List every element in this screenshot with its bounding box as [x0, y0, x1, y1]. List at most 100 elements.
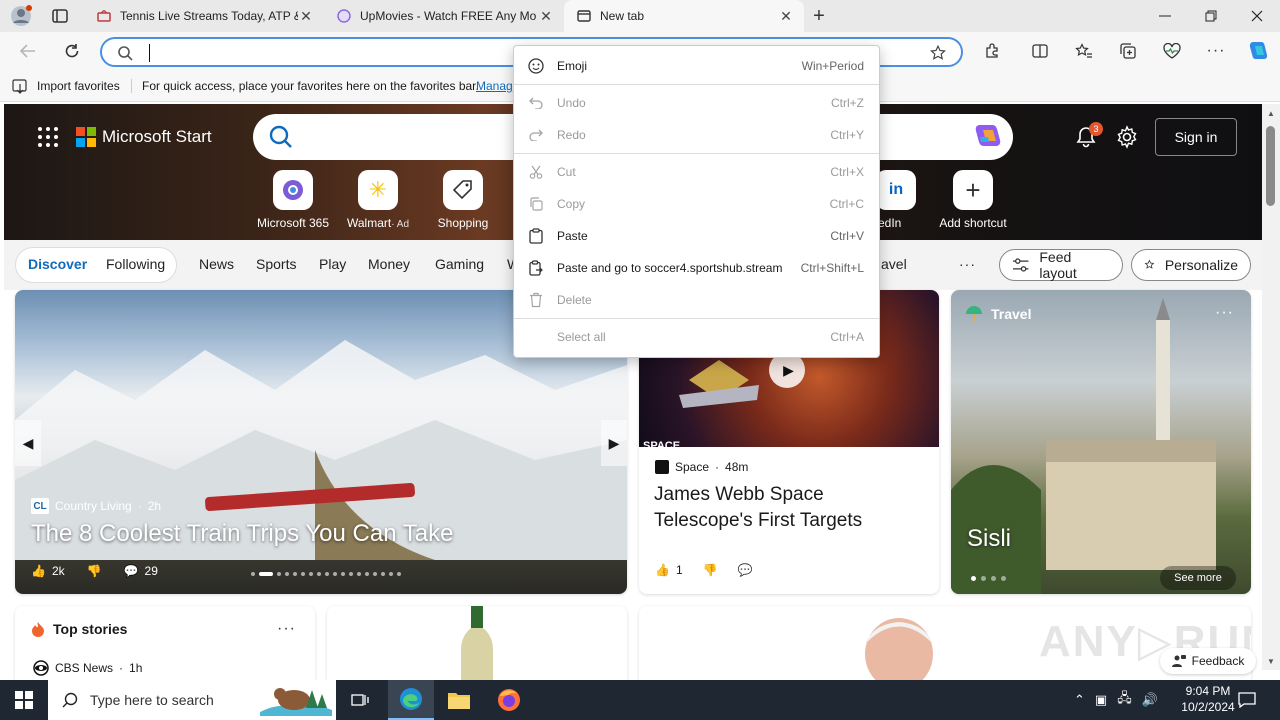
menu-shortcut: Win+Period — [801, 59, 864, 73]
shortcut-shopping[interactable]: Shopping — [423, 170, 503, 230]
notifications-button[interactable]: 3 — [1073, 122, 1103, 153]
menu-item-paste-and-go[interactable]: Paste and go to soccer4.sportshub.stream… — [514, 253, 879, 283]
new-tab-button[interactable]: + — [806, 4, 832, 28]
close-window-button[interactable] — [1234, 4, 1280, 28]
manage-favorites-link[interactable]: Manag — [476, 79, 513, 93]
start-button[interactable] — [0, 680, 48, 720]
msstart-logo[interactable]: Microsoft Start — [76, 127, 212, 147]
menu-item-copy[interactable]: Copy Ctrl+C — [514, 189, 879, 219]
copilot-button[interactable] — [1244, 38, 1272, 64]
web-search-box[interactable] — [253, 114, 513, 160]
extensions-button[interactable] — [980, 40, 1004, 62]
app-launcher-button[interactable] — [38, 127, 58, 147]
chevron-up-icon[interactable]: ⌃ — [1074, 692, 1085, 708]
shortcut-walmart[interactable]: ✳ Walmart· Ad — [338, 170, 418, 230]
page-scrollbar[interactable]: ▲ ▼ — [1262, 104, 1280, 670]
thumbs-down-icon[interactable]: 👎 — [703, 563, 718, 577]
tab-discover[interactable]: Discover — [28, 256, 87, 272]
notification-badge: 3 — [1089, 122, 1103, 136]
refresh-button[interactable] — [60, 40, 84, 62]
tab-newtab[interactable]: New tab ✕ — [564, 0, 804, 32]
tab-gaming[interactable]: Gaming — [435, 256, 484, 272]
story-headline[interactable]: James Webb Space Telescope's First Targe… — [654, 482, 924, 534]
see-more-button[interactable]: See more — [1160, 566, 1236, 590]
profile-avatar[interactable] — [8, 4, 34, 28]
menu-item-undo[interactable]: Undo Ctrl+Z — [514, 88, 879, 118]
search-box-end[interactable] — [880, 114, 1013, 160]
menu-item-select-all[interactable]: Select all Ctrl+A — [514, 322, 879, 352]
favorites-button[interactable] — [1072, 40, 1096, 62]
shortcut-label: Walmart — [346, 216, 392, 230]
thumbs-down-icon[interactable]: 👎 — [87, 564, 102, 578]
tab-money[interactable]: Money — [368, 256, 410, 272]
carousel-prev-button[interactable]: ◀ — [15, 420, 41, 466]
card-more-icon[interactable]: ··· — [1215, 304, 1234, 322]
tab-sports[interactable]: Sports — [256, 256, 296, 272]
card-more-icon[interactable]: ··· — [277, 620, 296, 638]
tab-following[interactable]: Following — [106, 256, 165, 272]
menu-item-paste[interactable]: Paste Ctrl+V — [514, 221, 879, 251]
feedback-button[interactable]: Feedback — [1160, 648, 1256, 674]
tab-news[interactable]: News — [199, 256, 234, 272]
taskbar-edge-button[interactable] — [388, 680, 434, 720]
taskbar-search-box[interactable]: Type here to search — [48, 680, 336, 720]
tab-upmovies[interactable]: UpMovies - Watch FREE Any Mo ✕ — [324, 0, 564, 32]
import-icon — [12, 78, 27, 94]
menu-item-cut[interactable]: Cut Ctrl+X — [514, 157, 879, 187]
network-device-icon[interactable]: ▣ — [1095, 692, 1107, 708]
news-story-card[interactable]: ANY▷RUN — [639, 606, 1251, 680]
network-icon[interactable]: 🖧 — [1117, 689, 1132, 711]
shortcut-microsoft365[interactable]: Microsoft 365 — [253, 170, 333, 230]
more-tabs-icon[interactable]: ··· — [959, 256, 976, 272]
restore-button[interactable] — [1188, 4, 1234, 28]
menu-shortcut: Ctrl+A — [830, 330, 864, 344]
dot-separator: · — [137, 499, 142, 513]
settings-more-button[interactable]: ··· — [1204, 40, 1228, 62]
browser-essentials-button[interactable] — [1160, 40, 1184, 62]
copilot-search-icon[interactable] — [972, 123, 1002, 154]
back-button[interactable] — [16, 40, 40, 62]
taskbar-firefox-button[interactable] — [486, 680, 532, 720]
volume-icon[interactable]: 🔊 — [1142, 692, 1158, 708]
carousel-next-button[interactable]: ▶ — [601, 420, 627, 466]
menu-item-emoji[interactable]: Emoji Win+Period — [514, 51, 879, 81]
thumbs-up-icon[interactable]: 👍 — [31, 564, 46, 578]
close-tab-icon[interactable]: ✕ — [778, 8, 794, 25]
import-favorites-button[interactable]: Import favorites — [12, 77, 120, 95]
page-settings-button[interactable] — [1115, 125, 1139, 152]
thumbs-up-icon[interactable]: 👍 — [655, 563, 670, 577]
minimize-button[interactable] — [1142, 4, 1188, 28]
tab-tennis[interactable]: Tennis Live Streams Today, ATP & ✕ — [84, 0, 324, 32]
favorite-star-icon[interactable] — [928, 44, 948, 62]
travel-card[interactable]: Travel ··· Sisli See more — [951, 290, 1251, 594]
scroll-down-icon[interactable]: ▼ — [1265, 656, 1277, 666]
personalize-button[interactable]: Personalize — [1131, 249, 1251, 281]
carousel-dots[interactable] — [251, 572, 401, 576]
story-headline[interactable]: The 8 Coolest Train Trips You Can Take — [31, 520, 453, 548]
split-screen-button[interactable] — [1028, 40, 1052, 62]
comment-icon[interactable]: 💬 — [124, 564, 139, 578]
tab-travel-partial[interactable]: avel — [881, 256, 907, 272]
menu-item-redo[interactable]: Redo Ctrl+Y — [514, 120, 879, 150]
scroll-up-icon[interactable]: ▲ — [1265, 108, 1277, 118]
close-tab-icon[interactable]: ✕ — [298, 8, 314, 25]
notification-center-button[interactable] — [1232, 680, 1262, 720]
travel-place[interactable]: Sisli — [967, 525, 1011, 553]
sign-in-button[interactable]: Sign in — [1155, 118, 1237, 156]
feed-layout-button[interactable]: Feed layout — [999, 249, 1123, 281]
story-source: CBS News · 1h — [33, 660, 142, 676]
wine-story-card[interactable] — [327, 606, 627, 680]
taskbar-explorer-button[interactable] — [436, 680, 482, 720]
comment-icon[interactable]: 💬 — [738, 563, 753, 577]
close-tab-icon[interactable]: ✕ — [538, 8, 554, 25]
carousel-dots[interactable] — [971, 576, 1006, 581]
tab-actions-button[interactable] — [48, 6, 72, 26]
shortcut-add[interactable]: + Add shortcut — [933, 170, 1013, 230]
menu-item-delete[interactable]: Delete — [514, 285, 879, 315]
tab-play[interactable]: Play — [319, 256, 346, 272]
collections-button[interactable] — [1116, 40, 1140, 62]
scroll-thumb[interactable] — [1266, 126, 1275, 206]
puzzle-icon — [986, 43, 998, 58]
task-view-button[interactable] — [340, 680, 380, 720]
dot-separator: · — [715, 460, 720, 474]
